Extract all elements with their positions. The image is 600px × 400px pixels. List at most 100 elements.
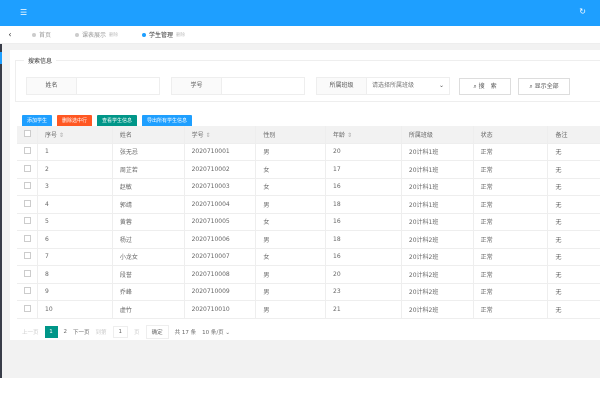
column-header-label: 所属班级 (408, 131, 433, 139)
table-cell: 20计科1班 (401, 143, 474, 161)
column-header[interactable]: 姓名 (112, 126, 185, 144)
table-row[interactable]: 9 乔峰 2020710009 男 23 20计科2班 正常无 (17, 283, 600, 301)
tab-close[interactable]: 删除 (109, 32, 118, 38)
table-row[interactable]: 10 虚竹 2020710010 男 21 20计科2班 正常无 (17, 300, 600, 319)
sort-icon[interactable]: ⇕ (204, 132, 211, 139)
show-all-button[interactable]: ⌕ 显示全部 (518, 78, 570, 95)
table-cell: 正常 (473, 265, 549, 284)
per-page-value: 10 条/页 (202, 330, 224, 336)
table-cell: 女 (255, 160, 327, 179)
back-arrow-icon[interactable]: ‹ (0, 30, 20, 39)
select-all-checkbox[interactable] (17, 126, 38, 144)
table-cell: 虚竹 (112, 300, 185, 319)
table-cell: 16 (325, 248, 402, 266)
id-input[interactable] (222, 78, 304, 94)
table-row[interactable]: 6 杨过 2020710006 男 18 20计科2班 正常无 (17, 230, 600, 249)
tab-student-management[interactable]: 学生管理 删除 (130, 30, 197, 39)
table-cell: 2020710009 (184, 283, 257, 301)
row-checkbox[interactable] (17, 143, 38, 161)
menu-icon[interactable]: ☰ (20, 8, 27, 17)
table-cell: 无 (547, 160, 600, 179)
table-cell: 1 (37, 143, 113, 161)
sort-icon[interactable]: ⇕ (345, 132, 352, 139)
table-cell: 18 (325, 230, 402, 249)
table-cell: 2020710006 (184, 230, 257, 249)
next-page[interactable]: 下一页 (73, 328, 90, 336)
dot-icon (75, 32, 80, 37)
tab-home[interactable]: 首页 (20, 30, 63, 39)
table-cell: 正常 (473, 283, 549, 301)
table-cell: 无 (547, 283, 600, 301)
confirm-button[interactable]: 确定 (145, 325, 169, 339)
table-row[interactable]: 5 黄蓉 2020710005 女 16 20计科1班 正常无 (17, 213, 600, 231)
row-checkbox[interactable] (17, 178, 38, 196)
table-cell: 无 (547, 143, 600, 161)
column-header[interactable]: 备注 (547, 126, 600, 144)
table-row[interactable]: 8 段誉 2020710008 男 20 20计科2班 正常无 (17, 265, 600, 284)
sort-icon[interactable]: ⇕ (57, 132, 64, 139)
column-header[interactable]: 年龄 ⇕ (325, 126, 402, 144)
id-field: 学号 (171, 77, 305, 95)
tab-label: 首页 (39, 32, 52, 39)
row-checkbox[interactable] (17, 283, 38, 301)
table-cell: 段誉 (112, 265, 185, 284)
row-checkbox[interactable] (17, 300, 38, 319)
table-cell: 3 (37, 178, 113, 196)
column-header[interactable]: 学号 ⇕ (184, 126, 257, 144)
table-row[interactable]: 3 赵敏 2020710003 女 16 20计科1班 正常无 (17, 178, 600, 196)
dot-icon (32, 32, 36, 37)
table-cell: 2020710005 (184, 213, 257, 231)
tab-bar: ‹ 首页 课表展示 删除 学生管理 删除 (0, 26, 600, 44)
column-header[interactable]: 所属班级 (401, 126, 474, 144)
table-cell: 10 (37, 300, 113, 319)
table-cell: 17 (325, 160, 402, 179)
table-cell: 男 (255, 300, 327, 319)
table-cell: 8 (37, 265, 113, 284)
row-checkbox[interactable] (17, 248, 38, 266)
table-cell: 正常 (473, 300, 549, 319)
prev-page[interactable]: 上一页 (22, 328, 39, 336)
row-checkbox[interactable] (17, 230, 38, 249)
table-row[interactable]: 4 郭靖 2020710004 男 18 20计科1班 正常无 (17, 195, 600, 214)
table-row[interactable]: 7 小龙女 2020710007 女 16 20计科2班 正常无 (17, 248, 600, 266)
table-cell: 正常 (473, 160, 549, 179)
table-row[interactable]: 1 张无忌 2020710001 男 20 20计科1班 正常无 (17, 143, 600, 161)
table-cell: 21 (325, 300, 402, 319)
tab-label: 课表展示 (82, 32, 107, 39)
row-checkbox[interactable] (17, 195, 38, 214)
table-cell: 2020710002 (184, 160, 257, 179)
table-cell: 无 (547, 230, 600, 249)
tab-schedule[interactable]: 课表展示 删除 (63, 30, 130, 39)
tab-close[interactable]: 删除 (176, 32, 185, 38)
row-checkbox[interactable] (17, 265, 38, 284)
table-cell: 乔峰 (112, 283, 185, 301)
table-cell: 无 (547, 178, 600, 196)
column-header-label: 序号 (45, 131, 58, 139)
table-cell: 5 (37, 213, 113, 231)
page-2[interactable]: 2 (64, 329, 68, 335)
row-checkbox[interactable] (17, 213, 38, 231)
table-cell: 20 (325, 265, 402, 284)
per-page-select[interactable]: 10 条/页 ⌄ (202, 328, 230, 336)
page-1[interactable]: 1 (44, 326, 58, 338)
column-header-label: 性别 (263, 131, 276, 139)
class-select[interactable]: 请选择所属班级 ⌄ (367, 78, 449, 94)
pagination: 上一页 1 2 下一页 到第 1 页 确定 共 17 条 10 条/页 ⌄ (22, 325, 230, 339)
column-header-label: 年龄 (333, 131, 346, 139)
table-cell: 男 (255, 265, 327, 284)
name-input[interactable] (77, 78, 159, 94)
column-header[interactable]: 性别 (255, 126, 327, 144)
table-cell: 9 (37, 283, 113, 301)
table-row[interactable]: 2 周芷若 2020710002 女 17 20计科1班 正常无 (17, 160, 600, 179)
refresh-icon[interactable]: ↻ (579, 7, 586, 16)
page-input[interactable]: 1 (112, 326, 129, 338)
class-field: 所属班级 请选择所属班级 ⌄ (316, 77, 450, 95)
column-header[interactable]: 状态 (473, 126, 549, 144)
table-cell: 郭靖 (112, 195, 185, 214)
row-checkbox[interactable] (17, 160, 38, 179)
search-button[interactable]: ⌕ 搜 索 (459, 78, 511, 95)
table-cell: 2020710008 (184, 265, 257, 284)
column-header[interactable]: 序号 ⇕ (37, 126, 113, 144)
table-cell: 女 (255, 213, 327, 231)
column-header-label: 学号 (191, 131, 204, 139)
